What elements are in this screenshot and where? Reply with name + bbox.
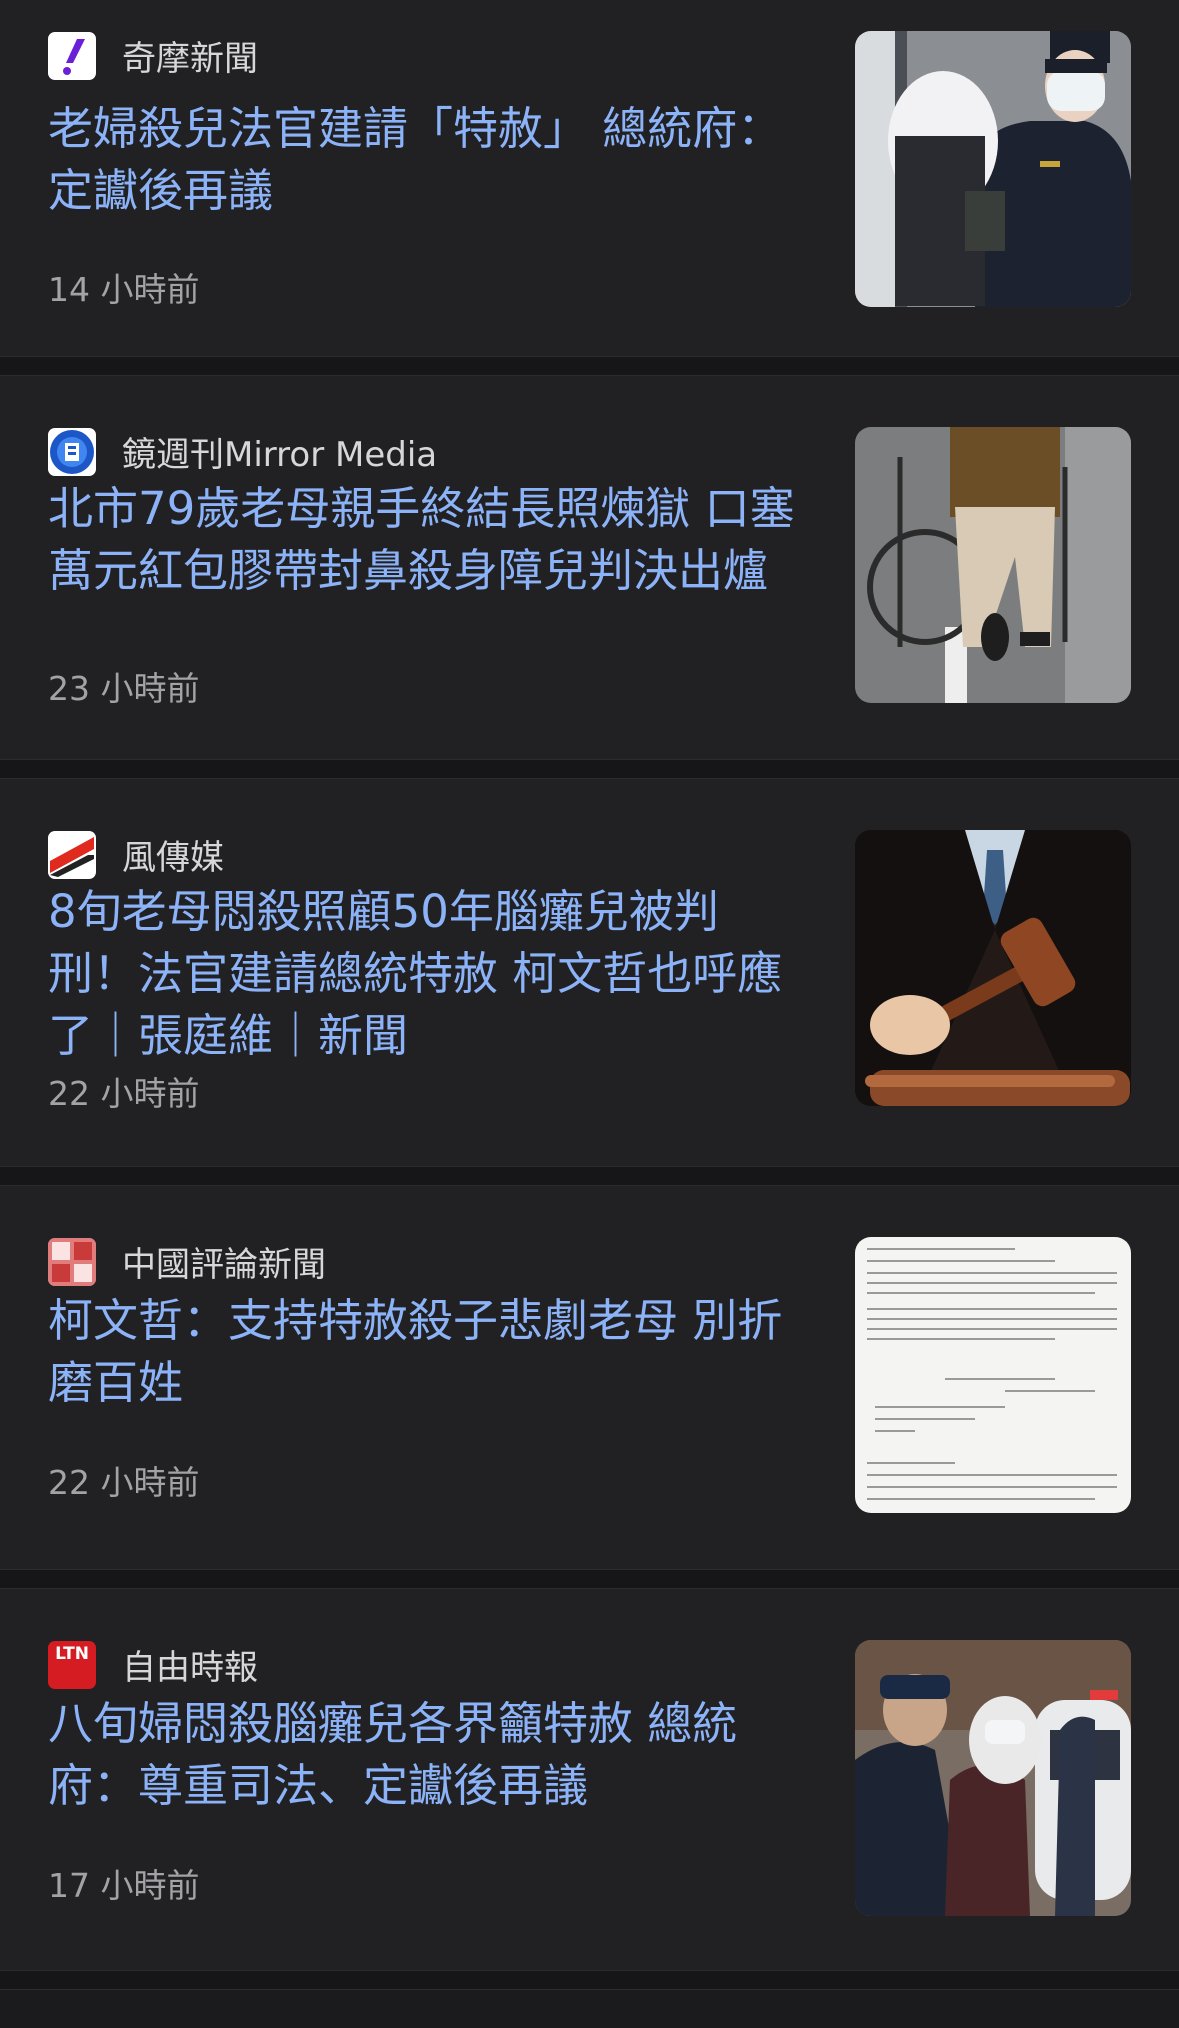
mirror-media-icon [48,427,96,476]
news-source: 風傳媒 [48,830,224,879]
headline-link[interactable]: 柯文哲：支持特赦殺子悲劇老母 別折磨百姓 [48,1290,808,1414]
source-name: 鏡週刊Mirror Media [122,435,438,475]
article-thumbnail[interactable] [855,31,1131,307]
headline-link[interactable]: 老婦殺兒法官建請「特赦」 總統府：定讞後再議 [48,98,808,222]
timestamp: 22 小時前 [48,1463,200,1502]
card-divider [0,1166,1179,1186]
source-name: 風傳媒 [122,838,224,878]
news-card[interactable]: 奇摩新聞 老婦殺兒法官建請「特赦」 總統府：定讞後再議 14 小時前 [0,0,1179,356]
timestamp: 23 小時前 [48,669,200,708]
card-divider [0,1970,1179,1990]
news-source: 鏡週刊Mirror Media [48,427,437,476]
news-feed: 奇摩新聞 老婦殺兒法官建請「特赦」 總統府：定讞後再議 14 小時前 鏡週刊Mi… [0,0,1179,1990]
headline-link[interactable]: 八旬婦悶殺腦癱兒各界籲特赦 總統府：尊重司法、定讞後再議 [48,1693,808,1817]
source-name: 奇摩新聞 [122,39,258,79]
news-source: 中國評論新聞 [48,1237,326,1286]
headline-link[interactable]: 北市79歲老母親手終結長照煉獄 口塞萬元紅包膠帶封鼻殺身障兒判決出爐 [48,478,808,602]
news-card[interactable]: 鏡週刊Mirror Media 北市79歲老母親手終結長照煉獄 口塞萬元紅包膠帶… [0,376,1179,759]
source-name: 自由時報 [122,1648,258,1688]
card-divider [0,759,1179,779]
yahoo-exclamation-icon [48,31,96,80]
news-source: LTN 自由時報 [48,1640,258,1689]
timestamp: 14 小時前 [48,270,200,309]
ltn-icon: LTN [48,1640,96,1689]
timestamp: 17 小時前 [48,1866,200,1905]
crntt-icon [48,1237,96,1286]
article-thumbnail[interactable] [855,1640,1131,1916]
headline-link[interactable]: 8旬老母悶殺照顧50年腦癱兒被判刑！法官建請總統特赦 柯文哲也呼應了｜張庭維｜新… [48,881,808,1067]
card-divider [0,1569,1179,1589]
news-card[interactable]: 風傳媒 8旬老母悶殺照顧50年腦癱兒被判刑！法官建請總統特赦 柯文哲也呼應了｜張… [0,779,1179,1166]
news-card[interactable]: LTN 自由時報 八旬婦悶殺腦癱兒各界籲特赦 總統府：尊重司法、定讞後再議 17… [0,1589,1179,1970]
article-thumbnail[interactable] [855,427,1131,703]
article-thumbnail[interactable] [855,830,1131,1106]
article-thumbnail[interactable] [855,1237,1131,1513]
timestamp: 22 小時前 [48,1074,200,1113]
news-source: 奇摩新聞 [48,31,258,80]
news-card[interactable]: 中國評論新聞 柯文哲：支持特赦殺子悲劇老母 別折磨百姓 22 小時前 [0,1186,1179,1569]
source-name: 中國評論新聞 [122,1245,326,1285]
ltn-logo-text: LTN [55,1643,89,1664]
card-divider [0,356,1179,376]
storm-media-icon [48,830,96,879]
